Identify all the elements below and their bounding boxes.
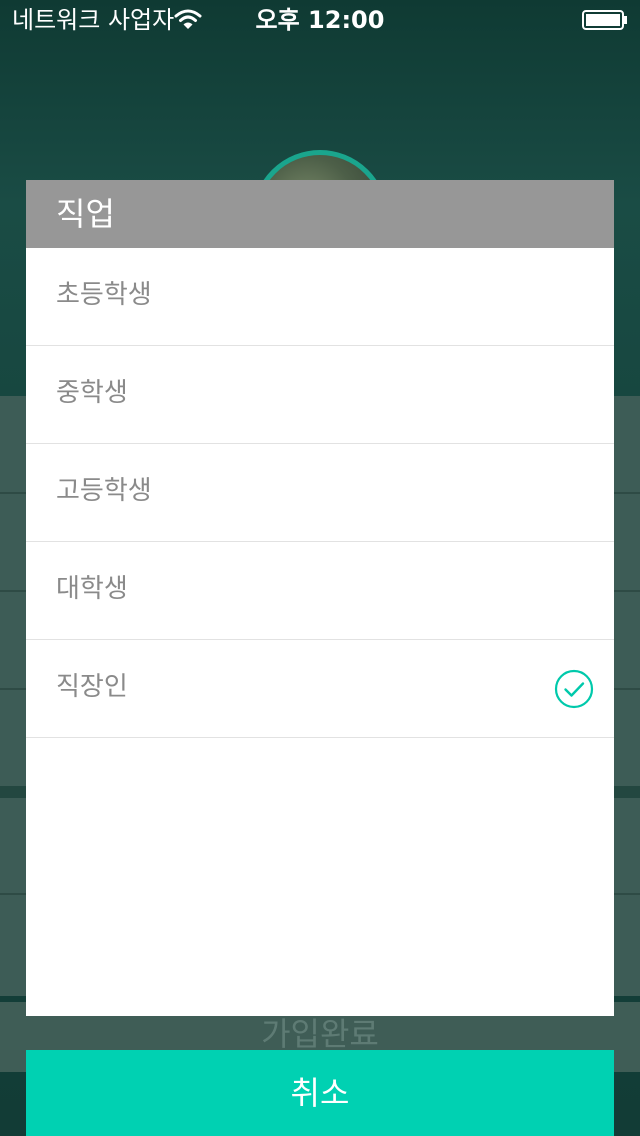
battery-icon bbox=[582, 10, 627, 30]
status-bar: 네트워크 사업자 오후 12:00 bbox=[0, 0, 640, 40]
occupation-dialog: 직업 초등학생 중학생 고등학생 대학생 직장인 bbox=[26, 180, 614, 1016]
option-label: 중학생 bbox=[56, 378, 128, 408]
occupation-option[interactable]: 대학생 bbox=[26, 542, 614, 640]
checkmark-circle-icon bbox=[554, 669, 594, 709]
occupation-option-list: 초등학생 중학생 고등학생 대학생 직장인 bbox=[26, 248, 614, 738]
cancel-button[interactable]: 취소 bbox=[26, 1050, 614, 1136]
status-time: 오후 12:00 bbox=[255, 6, 385, 34]
occupation-option[interactable]: 고등학생 bbox=[26, 444, 614, 542]
occupation-option[interactable]: 초등학생 bbox=[26, 248, 614, 346]
option-label: 초등학생 bbox=[56, 280, 152, 310]
signup-complete-label: 가입완료 bbox=[261, 1015, 379, 1053]
option-label: 직장인 bbox=[56, 672, 128, 702]
dialog-title: 직업 bbox=[56, 195, 115, 233]
occupation-option[interactable]: 중학생 bbox=[26, 346, 614, 444]
dialog-header: 직업 bbox=[26, 180, 614, 248]
option-label: 고등학생 bbox=[56, 476, 152, 506]
option-label: 대학생 bbox=[56, 574, 128, 604]
screen: 네트워크 사업자 오후 12:00 가입완료 직업 초등학생 중학생 고등학생 … bbox=[0, 0, 640, 1136]
occupation-option-selected[interactable]: 직장인 bbox=[26, 640, 614, 738]
